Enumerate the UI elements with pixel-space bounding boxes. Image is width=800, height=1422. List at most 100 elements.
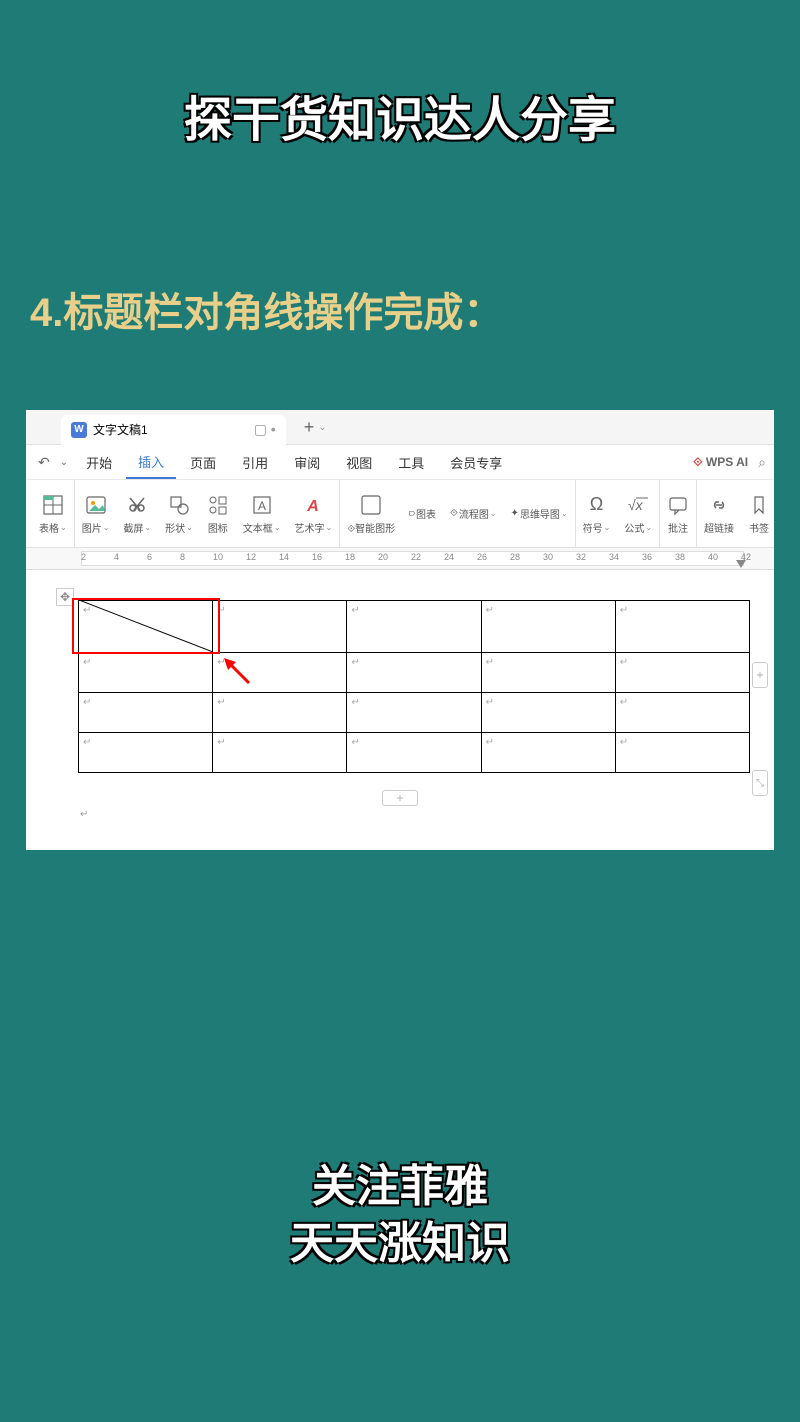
tool-流程图[interactable]: ⟐ 流程图 ⌄: [443, 480, 504, 547]
超链接-icon: [708, 493, 730, 517]
ruler-tick: 14: [279, 552, 289, 562]
menu-item-会员专享[interactable]: 会员专享: [438, 445, 514, 479]
table-cell[interactable]: ↵: [615, 733, 749, 773]
cursor-mark: ↵: [80, 809, 88, 820]
ruler-tick: 34: [609, 552, 619, 562]
table-cell[interactable]: ↵: [481, 733, 615, 773]
图标-icon: [207, 493, 229, 517]
ruler-tick: 30: [543, 552, 553, 562]
ruler-tick: 16: [312, 552, 322, 562]
table-cell[interactable]: ↵: [481, 653, 615, 693]
ruler-tick: 32: [576, 552, 586, 562]
智能图形-icon: [360, 493, 382, 517]
table-cell[interactable]: ↵: [347, 693, 481, 733]
table-cell[interactable]: ↵: [79, 601, 213, 653]
table-cell[interactable]: ↵: [615, 601, 749, 653]
书签-icon: [748, 493, 770, 517]
tool-表格[interactable]: 表格 ⌄: [32, 480, 75, 547]
符号-icon: Ω: [590, 493, 603, 517]
tool-符号[interactable]: Ω符号 ⌄: [576, 480, 618, 547]
search-icon[interactable]: ⌕: [758, 454, 766, 471]
tool-艺术字[interactable]: A艺术字 ⌄: [288, 480, 341, 547]
table-cell[interactable]: ↵: [79, 653, 213, 693]
table-move-handle-icon[interactable]: ✥: [56, 588, 74, 606]
ruler-tick: 36: [642, 552, 652, 562]
document-table[interactable]: ↵↵↵↵↵↵↵↵↵↵↵↵↵↵↵↵↵↵↵↵: [78, 600, 750, 773]
wps-ai-button[interactable]: ⟐ WPS AI: [693, 455, 748, 470]
menu-item-引用[interactable]: 引用: [230, 445, 280, 479]
tool-形状[interactable]: 形状 ⌄: [158, 480, 200, 547]
tool-超链接[interactable]: 超链接: [697, 480, 741, 547]
insert-row-handle[interactable]: +: [382, 790, 418, 806]
tab-controls[interactable]: ▢ •: [254, 421, 276, 438]
表格-icon: [42, 493, 64, 517]
批注-icon: [667, 493, 689, 517]
tool-批注[interactable]: 批注: [660, 480, 697, 547]
step-heading: 4.标题栏对角线操作完成：: [30, 280, 503, 338]
ruler-tick: 40: [708, 552, 718, 562]
ruler-tick: 26: [477, 552, 487, 562]
截屏-icon: [126, 493, 148, 517]
menu-bar: ↶ ⌄ 开始插入页面引用审阅视图工具会员专享 ⟐ WPS AI ⌕: [26, 445, 774, 480]
tool-图表[interactable]: ⫐ 图表: [402, 480, 443, 547]
tool-智能图形[interactable]: ⟐智能图形: [340, 480, 402, 547]
footer-caption: 关注菲雅 天天涨知识: [0, 1158, 800, 1272]
table-cell[interactable]: ↵: [213, 653, 347, 693]
menu-item-页面[interactable]: 页面: [178, 445, 228, 479]
document-tab-label: 文字文稿1: [93, 421, 148, 438]
resize-handle-icon[interactable]: ⤡: [752, 770, 768, 796]
ruler-tick: 6: [147, 552, 152, 562]
ruler-tick: 18: [345, 552, 355, 562]
horizontal-ruler[interactable]: 24681012141618202224262830323436384042: [26, 548, 774, 570]
思维导图-icon: ✦: [511, 508, 519, 519]
文本框-icon: A: [251, 493, 273, 517]
table-cell[interactable]: ↵: [213, 733, 347, 773]
ruler-tick: 2: [81, 552, 86, 562]
svg-text:A: A: [307, 498, 320, 515]
table-cell[interactable]: ↵: [213, 693, 347, 733]
ruler-tick: 10: [213, 552, 223, 562]
svg-text:A: A: [258, 499, 266, 513]
ruler-tick: 20: [378, 552, 388, 562]
page-title: 探干货知识达人分享: [0, 80, 800, 150]
wps-window: W 文字文稿1 ▢ • +⌄ ↶ ⌄ 开始插入页面引用审阅视图工具会员专享 ⟐ …: [26, 410, 774, 850]
tool-公式[interactable]: √x公式 ⌄: [617, 480, 660, 547]
table-cell[interactable]: ↵: [347, 653, 481, 693]
tab-bar: W 文字文稿1 ▢ • +⌄: [26, 410, 774, 445]
table-cell[interactable]: ↵: [79, 693, 213, 733]
table-cell[interactable]: ↵: [347, 601, 481, 653]
menu-item-开始[interactable]: 开始: [74, 445, 124, 479]
menu-item-视图[interactable]: 视图: [334, 445, 384, 479]
document-canvas[interactable]: ✥ ↵↵↵↵↵↵↵↵↵↵↵↵↵↵↵↵↵↵↵↵ + ⤡ + ↵: [26, 570, 774, 850]
形状-icon: [168, 493, 190, 517]
table-cell[interactable]: ↵: [615, 653, 749, 693]
ruler-tick: 28: [510, 552, 520, 562]
ruler-tick: 24: [444, 552, 454, 562]
tool-文本框[interactable]: A文本框 ⌄: [236, 480, 288, 547]
ruler-tick: 12: [246, 552, 256, 562]
menu-item-审阅[interactable]: 审阅: [282, 445, 332, 479]
ruler-tick: 22: [411, 552, 421, 562]
tool-图标[interactable]: 图标: [200, 480, 236, 547]
table-cell[interactable]: ↵: [481, 601, 615, 653]
table-cell[interactable]: ↵: [347, 733, 481, 773]
undo-icon[interactable]: ↶: [34, 454, 54, 471]
document-tab[interactable]: W 文字文稿1 ▢ •: [61, 415, 286, 445]
insert-column-handle[interactable]: +: [752, 662, 768, 688]
tool-图片[interactable]: 图片 ⌄: [75, 480, 117, 547]
table-cell[interactable]: ↵: [615, 693, 749, 733]
table-cell[interactable]: ↵: [79, 733, 213, 773]
tool-书签[interactable]: 书签: [741, 480, 774, 547]
table-cell[interactable]: ↵: [481, 693, 615, 733]
图表-icon: ⫐: [409, 508, 415, 519]
menu-item-工具[interactable]: 工具: [386, 445, 436, 479]
menu-item-插入[interactable]: 插入: [126, 445, 176, 479]
table-cell[interactable]: ↵: [213, 601, 347, 653]
ribbon-toolbar: 表格 ⌄图片 ⌄截屏 ⌄形状 ⌄图标A文本框 ⌄A艺术字 ⌄⟐智能图形⫐ 图表⟐…: [26, 480, 774, 548]
tool-思维导图[interactable]: ✦ 思维导图 ⌄: [504, 480, 576, 547]
tool-截屏[interactable]: 截屏 ⌄: [116, 480, 158, 547]
艺术字-icon: A: [302, 493, 324, 517]
dropdown-icon[interactable]: ⌄: [56, 457, 72, 468]
new-tab-button[interactable]: +⌄: [304, 417, 327, 438]
word-doc-icon: W: [71, 422, 87, 438]
